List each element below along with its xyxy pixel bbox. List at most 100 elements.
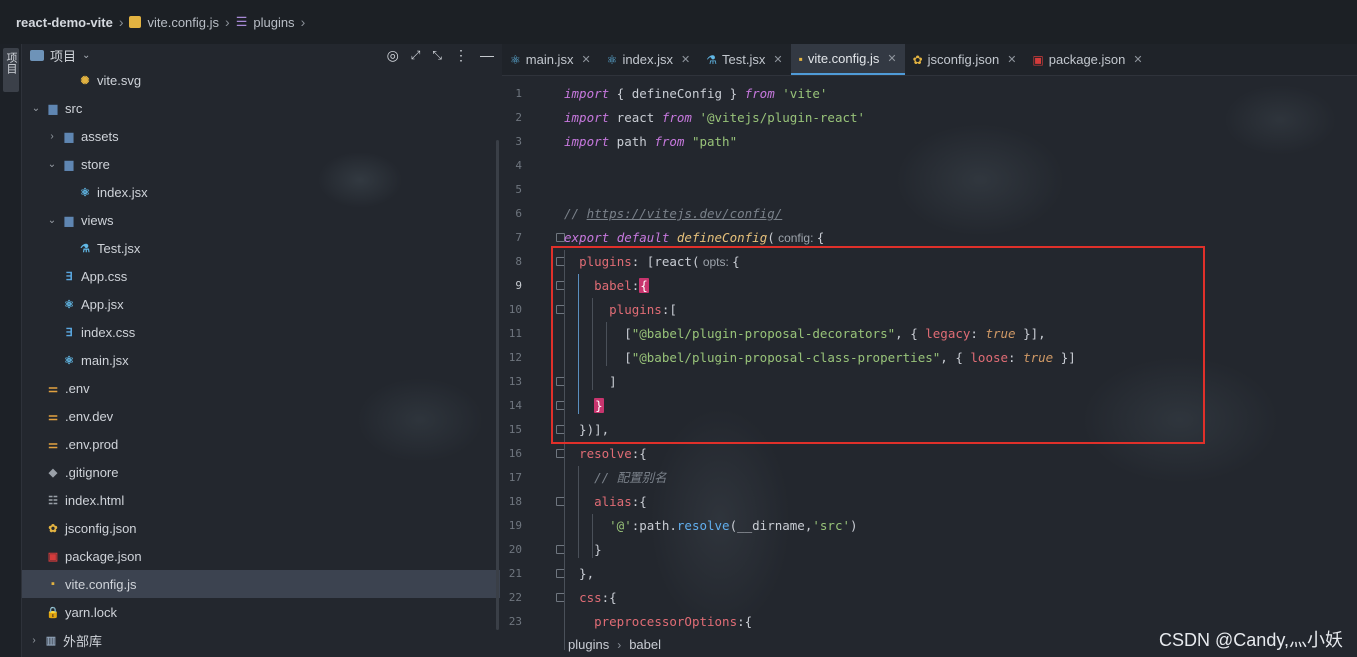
line-number: 15 <box>508 423 522 436</box>
code-line[interactable]: preprocessorOptions:{ <box>564 610 752 634</box>
code-line[interactable]: }, <box>564 562 594 586</box>
npm-icon: ▣ <box>47 550 59 563</box>
editor-tab[interactable]: ⚗ Test.jsx ✕ <box>698 44 790 75</box>
tree-item[interactable]: ▣ package.json <box>22 542 500 570</box>
svg-icon: ✺ <box>80 74 90 87</box>
react-icon: ⚛ <box>510 52 521 67</box>
editor-tab[interactable]: ✿ jsconfig.json ✕ <box>905 44 1025 75</box>
tree-item[interactable]: ▪ vite.config.js <box>22 570 500 598</box>
scrollbar[interactable] <box>496 140 499 630</box>
line-number: 22 <box>508 591 522 604</box>
close-icon[interactable]: ✕ <box>581 53 590 66</box>
tree-item[interactable]: ✺ vite.svg <box>22 66 500 94</box>
code-line[interactable]: import path from "path" <box>564 130 737 154</box>
tree-item[interactable]: ◆ .gitignore <box>22 458 500 486</box>
code-line[interactable]: alias:{ <box>564 490 647 514</box>
chevron-down-icon[interactable]: ⌄ <box>46 215 58 226</box>
project-panel-title[interactable]: 项目 <box>50 46 76 65</box>
code-line[interactable]: '@':path.resolve(__dirname,'src') <box>564 514 857 538</box>
close-icon[interactable]: ✕ <box>773 53 782 66</box>
css-icon: ∃ <box>65 326 73 339</box>
tree-item[interactable]: ⚗ Test.jsx <box>22 234 500 262</box>
code-breadcrumb-item[interactable]: babel <box>629 637 661 652</box>
tree-item[interactable]: ⚌ .env.dev <box>22 402 500 430</box>
line-number: 3 <box>515 135 522 148</box>
target-icon[interactable]: ◎ <box>387 47 399 64</box>
tree-item[interactable]: ⌄ ▆ src <box>22 94 500 122</box>
tree-item-label: src <box>65 100 83 116</box>
tree-item[interactable]: ⚛ main.jsx <box>22 346 500 374</box>
breadcrumb-project[interactable]: react-demo-vite <box>16 15 113 30</box>
tree-item[interactable]: 🔒 yarn.lock <box>22 598 500 626</box>
tree-item[interactable]: ⚌ .env <box>22 374 500 402</box>
tree-item[interactable]: ∃ index.css <box>22 318 500 346</box>
close-icon[interactable]: ✕ <box>681 53 690 66</box>
tree-item-label: yarn.lock <box>65 604 118 620</box>
close-icon[interactable]: ✕ <box>887 52 896 65</box>
tree-item[interactable]: ✿ jsconfig.json <box>22 514 500 542</box>
tree-item-label: App.css <box>81 268 128 284</box>
project-panel-header: 项目 ⌄ ◎ ⤢ ⤡ ⋮ — <box>22 44 500 66</box>
tree-item[interactable]: ⚛ App.jsx <box>22 290 500 318</box>
tree-item-label: vite.svg <box>97 72 142 88</box>
chevron-down-icon[interactable]: ⌄ <box>82 50 90 61</box>
tree-item[interactable]: ⚛ index.jsx <box>22 178 500 206</box>
tree-item-label: .env.dev <box>65 408 114 424</box>
breadcrumb-file[interactable]: vite.config.js <box>147 15 219 30</box>
external-libraries-node[interactable]: › ▥ 外部库 <box>22 626 102 654</box>
chevron-down-icon[interactable]: ⌄ <box>46 159 58 170</box>
tree-item-label: views <box>81 212 114 228</box>
editor-tab[interactable]: ⚛ main.jsx ✕ <box>502 44 599 75</box>
tree-item-label: index.css <box>81 324 136 340</box>
project-tool-tab-label: 项目 <box>5 52 18 74</box>
code-line[interactable]: // https://vitejs.dev/config/ <box>564 202 782 226</box>
tree-item[interactable]: ⌄ ▆ store <box>22 150 500 178</box>
code-breadcrumb-item[interactable]: plugins <box>568 637 609 652</box>
js-icon: ▪ <box>798 51 803 66</box>
editor-tab[interactable]: ▣ package.json ✕ <box>1024 44 1150 75</box>
close-icon[interactable]: ✕ <box>1007 53 1016 66</box>
tree-item-label: .gitignore <box>65 464 119 480</box>
code-line[interactable]: import react from '@vitejs/plugin-react' <box>564 106 865 130</box>
code-line[interactable]: css:{ <box>564 586 617 610</box>
tree-item[interactable]: ⚌ .env.prod <box>22 430 500 458</box>
more-icon[interactable]: ⋮ <box>454 47 468 64</box>
minimize-icon[interactable]: — <box>480 47 494 63</box>
code-line[interactable]: // 配置别名 <box>564 466 667 490</box>
editor-tab[interactable]: ⚛ index.jsx ✕ <box>599 44 699 75</box>
line-number: 7 <box>515 231 522 244</box>
code-line[interactable]: } <box>564 538 602 562</box>
npm-icon: ▣ <box>1032 52 1044 67</box>
code-line[interactable]: resolve:{ <box>564 442 647 466</box>
close-icon[interactable]: ✕ <box>1133 53 1142 66</box>
watermark: CSDN @Candy,灬小妖 <box>1159 630 1343 650</box>
chevron-down-icon[interactable]: ⌄ <box>30 103 42 114</box>
expand-icon[interactable]: ⤢ <box>411 48 421 63</box>
line-number: 12 <box>508 351 522 364</box>
line-number: 9 <box>515 279 522 292</box>
breadcrumb-symbol[interactable]: plugins <box>253 15 294 30</box>
tree-item[interactable]: ⌄ ▆ views <box>22 206 500 234</box>
tree-item-label: Test.jsx <box>97 240 141 256</box>
tree-item[interactable]: ☷ index.html <box>22 486 500 514</box>
line-number: 2 <box>515 111 522 124</box>
editor-tab-label: jsconfig.json <box>927 52 1000 67</box>
tree-item-label: main.jsx <box>81 352 129 368</box>
jsx-icon: ⚗ <box>80 242 90 255</box>
line-number: 1 <box>515 87 522 100</box>
line-number: 13 <box>508 375 522 388</box>
editor-tab[interactable]: ▪ vite.config.js ✕ <box>790 44 905 75</box>
tree-item[interactable]: ∃ App.css <box>22 262 500 290</box>
gitignore-icon: ◆ <box>48 466 58 479</box>
chevron-right-icon: › <box>32 634 36 646</box>
line-number: 4 <box>515 159 522 172</box>
chevron-right-icon: › <box>118 14 124 30</box>
code-line[interactable]: import { defineConfig } from 'vite' <box>564 82 827 106</box>
highlight-annotation-box <box>551 246 1205 444</box>
tree-item-label: index.html <box>65 492 125 508</box>
project-tool-tab[interactable]: 项目 <box>3 48 19 92</box>
collapse-icon[interactable]: ⤡ <box>432 48 442 63</box>
tree-item[interactable]: › ▆ assets <box>22 122 500 150</box>
css-icon: ∃ <box>65 270 73 283</box>
chevron-right-icon[interactable]: › <box>46 131 58 142</box>
